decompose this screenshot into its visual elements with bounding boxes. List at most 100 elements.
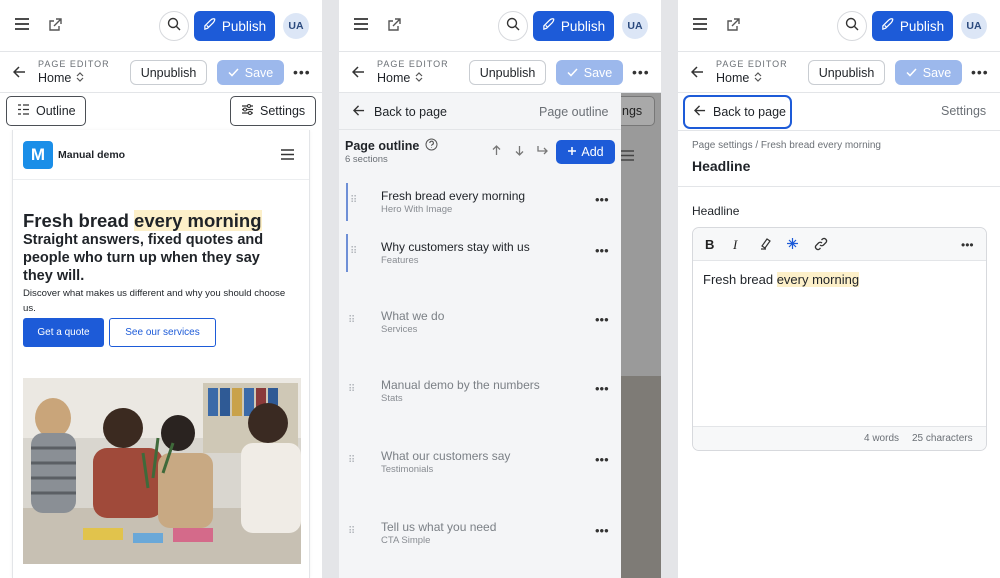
indent-icon[interactable] [537, 145, 548, 156]
section-type: Services [381, 324, 418, 335]
outline-section[interactable]: ⠿ Tell us what you need CTA Simple ••• [339, 514, 621, 554]
site-header-divider [13, 179, 309, 180]
see-services-button[interactable]: See our services [109, 318, 216, 347]
search-button[interactable] [498, 11, 528, 41]
editor-toolbar: B I ••• [693, 228, 986, 261]
char-count: 25 characters [912, 433, 973, 444]
chevron-updown-icon [415, 71, 423, 85]
headline-highlight: every morning [134, 210, 262, 231]
outline-section[interactable]: ⠿ Why customers stay with us Features ••… [339, 234, 621, 274]
outline-section[interactable]: ⠿ Fresh bread every morning Hero With Im… [339, 183, 621, 223]
search-button[interactable] [159, 11, 189, 41]
page-selector[interactable]: Home [716, 71, 762, 85]
editor-bar: PAGE EDITOR Home Unpublish Save ••• [678, 52, 1000, 93]
selected-indicator [346, 183, 348, 221]
word-count: 4 words [864, 433, 900, 444]
publish-label: Publish [560, 18, 606, 34]
back-to-page-button[interactable]: Back to page [683, 95, 792, 129]
external-link-icon[interactable] [726, 17, 741, 32]
more-icon[interactable]: ••• [595, 192, 609, 207]
back-label: Back to page [374, 105, 447, 119]
page-selector[interactable]: Home [377, 71, 423, 85]
save-label: Save [583, 65, 613, 80]
more-icon[interactable]: ••• [595, 523, 609, 538]
get-quote-button[interactable]: Get a quote [23, 318, 104, 347]
chevron-updown-icon [754, 71, 762, 85]
unpublish-button[interactable]: Unpublish [130, 60, 207, 85]
settings-link[interactable]: Settings [941, 104, 986, 118]
unpublish-button[interactable]: Unpublish [469, 60, 546, 85]
back-to-page-link[interactable]: Back to page [352, 105, 447, 119]
external-link-icon[interactable] [48, 17, 63, 32]
outline-icon [17, 104, 30, 118]
drag-handle-icon[interactable]: ⠿ [348, 526, 355, 537]
more-icon[interactable]: ••• [595, 243, 609, 258]
external-link-icon[interactable] [387, 17, 402, 32]
settings-tab-label: Settings [260, 104, 306, 118]
publish-label: Publish [899, 18, 945, 34]
outline-tab[interactable]: Outline [6, 96, 86, 126]
settings-tab[interactable]: Settings [230, 96, 316, 126]
menu-icon[interactable] [353, 17, 369, 31]
publish-button[interactable]: Publish [872, 11, 953, 41]
add-section-button[interactable]: Add [556, 140, 615, 164]
arrow-left-icon[interactable] [13, 66, 26, 78]
drag-handle-icon[interactable]: ⠿ [350, 195, 357, 206]
more-icon[interactable]: ••• [971, 64, 989, 80]
more-icon[interactable]: ••• [595, 312, 609, 327]
arrow-down-icon[interactable] [515, 145, 524, 156]
avatar[interactable]: UA [961, 13, 987, 39]
outline-section[interactable]: ⠿ Manual demo by the numbers Stats ••• [339, 372, 621, 412]
hero-body: Discover what makes us different and why… [23, 288, 286, 314]
site-logo: M [23, 141, 53, 169]
arrow-up-icon[interactable] [492, 145, 501, 156]
publish-button[interactable]: Publish [194, 11, 275, 41]
more-icon[interactable]: ••• [961, 238, 974, 252]
drag-handle-icon[interactable]: ⠿ [348, 455, 355, 466]
section-type: Features [381, 255, 419, 266]
breadcrumb: Page settings / Fresh bread every mornin… [692, 140, 881, 151]
section-type: Testimonials [381, 464, 434, 475]
unpublish-button[interactable]: Unpublish [808, 60, 885, 85]
outline-section[interactable]: ⠿ What we do Services ••• [339, 303, 621, 343]
help-icon[interactable] [425, 138, 438, 154]
publish-button[interactable]: Publish [533, 11, 614, 41]
avatar[interactable]: UA [283, 13, 309, 39]
menu-icon[interactable] [14, 17, 30, 31]
hero-headline[interactable]: Fresh bread every morning [23, 210, 262, 232]
arrow-left-icon [693, 105, 706, 119]
hamburger-icon[interactable] [281, 149, 294, 160]
link-icon[interactable] [814, 237, 828, 251]
outline-crumb: Page outline [539, 105, 609, 119]
page-title: Home [38, 71, 72, 85]
more-icon[interactable]: ••• [595, 452, 609, 467]
drag-handle-icon[interactable]: ⠿ [348, 315, 355, 326]
dimmed-image [621, 376, 661, 578]
menu-icon[interactable] [692, 17, 708, 31]
drag-handle-icon[interactable]: ⠿ [348, 384, 355, 395]
avatar[interactable]: UA [622, 13, 648, 39]
bold-icon[interactable]: B [705, 237, 714, 252]
drag-handle-icon[interactable]: ⠿ [350, 246, 357, 257]
page-selector[interactable]: Home [38, 71, 84, 85]
sparkle-icon[interactable] [786, 237, 799, 250]
editor-bar: PAGE EDITOR Home Unpublish Save ••• [339, 52, 661, 93]
italic-icon[interactable]: I [733, 237, 737, 253]
more-icon[interactable]: ••• [595, 381, 609, 396]
search-button[interactable] [837, 11, 867, 41]
check-icon [567, 66, 578, 80]
more-icon[interactable]: ••• [293, 64, 311, 80]
save-button[interactable]: Save [556, 60, 623, 85]
outline-section[interactable]: ⠿ What our customers say Testimonials ••… [339, 443, 621, 483]
highlighter-icon[interactable] [759, 237, 772, 250]
field-title: Headline [692, 158, 751, 174]
arrow-left-icon[interactable] [352, 66, 365, 78]
editor-content[interactable]: Fresh bread every morning [703, 272, 860, 287]
more-icon[interactable]: ••• [632, 64, 650, 80]
arrow-left-icon[interactable] [691, 66, 704, 78]
top-bar: Publish UA [339, 0, 661, 52]
save-button[interactable]: Save [217, 60, 284, 85]
save-label: Save [922, 65, 952, 80]
hamburger-icon [621, 148, 634, 166]
save-button[interactable]: Save [895, 60, 962, 85]
